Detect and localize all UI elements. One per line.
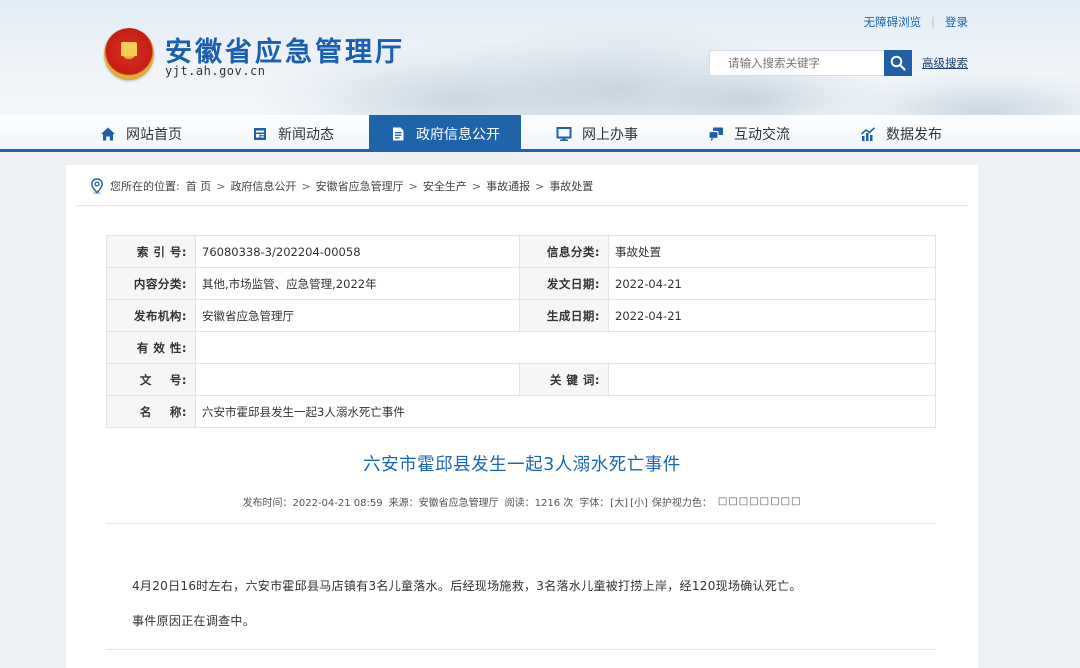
created-date-value: 2022-04-21 (608, 299, 936, 332)
meta-divider (106, 523, 936, 524)
home-icon (100, 126, 116, 142)
breadcrumb: 您所在的位置: 首 页 > 政府信息公开 > 安徽省应急管理厅 > 安全生产 >… (90, 177, 593, 195)
validity-label: 有 效 性: (106, 331, 196, 364)
breadcrumb-item-accident-report[interactable]: 事故通报 (486, 178, 530, 194)
table-row: 发布机构: 安徽省应急管理厅 生成日期: 2022-04-21 (106, 299, 936, 332)
nav-item-interaction[interactable]: 互动交流 (673, 115, 825, 152)
font-size-label: 字体： (579, 498, 610, 509)
index-label: 索 引 号: (106, 235, 196, 268)
breadcrumb-separator: > (301, 179, 311, 193)
document-info-table: 索 引 号: 76080338-3/202204-00058 信息分类: 事故处… (106, 235, 936, 428)
advanced-search-link[interactable]: 高级搜索 (922, 55, 968, 71)
publisher-label: 发布机构: (106, 299, 196, 332)
nav-item-home[interactable]: 网站首页 (65, 115, 217, 152)
nav-item-online-service[interactable]: 网上办事 (521, 115, 673, 152)
article-title: 六安市霍邱县发生一起3人溺水死亡事件 (363, 455, 681, 475)
site-domain: yjt.ah.gov.cn (165, 64, 266, 78)
font-small-button[interactable]: [小] (630, 494, 648, 509)
breadcrumb-separator: > (408, 179, 418, 193)
table-row: 有 效 性: (106, 331, 936, 364)
nav-item-label: 数据发布 (886, 126, 942, 143)
breadcrumb-separator: > (471, 179, 482, 193)
keywords-value (608, 363, 936, 396)
top-links: 无障碍浏览 | 登录 (864, 14, 968, 30)
article-source: 来源：安徽省应急管理厅 (388, 498, 499, 509)
search-button[interactable] (884, 50, 912, 76)
table-row: 索 引 号: 76080338-3/202204-00058 信息分类: 事故处… (106, 235, 936, 268)
breadcrumb-item-home[interactable]: 首 页 (186, 178, 212, 194)
accessibility-link[interactable]: 无障碍浏览 (864, 14, 922, 30)
location-pin-icon (91, 178, 103, 194)
table-row: 文 号: 关 键 词: (106, 363, 936, 396)
nav-item-label: 网站首页 (126, 126, 182, 143)
category-value: 事故处置 (608, 235, 936, 268)
nav-item-label: 网上办事 (582, 126, 638, 143)
name-label: 名 称: (106, 395, 196, 428)
breadcrumb-separator: > (535, 179, 545, 193)
publish-time: 发布时间：2022-04-21 08:59 (242, 498, 383, 509)
article-meta: 发布时间：2022-04-21 08:59 来源：安徽省应急管理厅 阅读：121… (66, 494, 978, 509)
bottom-divider (106, 649, 936, 650)
top-links-separator: | (931, 15, 935, 29)
document-icon (390, 126, 406, 142)
index-value: 76080338-3/202204-00058 (195, 235, 520, 268)
nav-item-label: 互动交流 (734, 126, 790, 143)
document-number-value (195, 363, 520, 396)
validity-value (195, 331, 936, 364)
chat-icon (708, 126, 724, 142)
login-link[interactable]: 登录 (945, 14, 968, 30)
created-date-label: 生成日期: (519, 299, 609, 332)
publisher-value: 安徽省应急管理厅 (195, 299, 520, 332)
chart-icon (860, 126, 876, 142)
breadcrumb-item-safety[interactable]: 安全生产 (423, 178, 467, 194)
font-large-button[interactable]: [大] (610, 494, 628, 509)
read-count: 阅读：1216 次 (504, 498, 574, 509)
breadcrumb-prefix: 您所在的位置: (110, 180, 180, 193)
monitor-icon (556, 126, 572, 142)
nav-item-gov-info[interactable]: 政府信息公开 (369, 115, 521, 152)
nav-item-label: 政府信息公开 (416, 126, 500, 143)
content-category-value: 其他,市场监管、应急管理,2022年 (195, 267, 520, 300)
national-emblem-icon (104, 28, 154, 80)
nav-item-data-release[interactable]: 数据发布 (825, 115, 977, 152)
nav-item-label: 新闻动态 (278, 126, 334, 143)
keywords-label: 关 键 词: (519, 363, 609, 396)
breadcrumb-item-department[interactable]: 安徽省应急管理厅 (316, 178, 404, 194)
main-content: 您所在的位置: 首 页 > 政府信息公开 > 安徽省应急管理厅 > 安全生产 >… (66, 165, 978, 668)
nav-item-news[interactable]: 新闻动态 (217, 115, 369, 152)
article-paragraph: 事件原因正在调查中。 (132, 614, 256, 628)
table-row: 内容分类: 其他,市场监管、应急管理,2022年 发文日期: 2022-04-2… (106, 267, 936, 300)
search-input[interactable] (709, 50, 884, 76)
breadcrumb-divider (76, 205, 968, 206)
issue-date-value: 2022-04-21 (608, 267, 936, 300)
breadcrumb-separator: > (216, 179, 226, 193)
search-icon (890, 55, 906, 71)
breadcrumb-item-accident-handling[interactable]: 事故处置 (549, 178, 593, 194)
eye-care-label: 保护视力色： (651, 498, 712, 509)
issue-date-label: 发文日期: (519, 267, 609, 300)
breadcrumb-item-gov-info[interactable]: 政府信息公开 (230, 178, 296, 194)
site-header: 安徽省应急管理厅 yjt.ah.gov.cn 无障碍浏览 | 登录 高级搜索 (0, 0, 1080, 115)
table-row: 名 称: 六安市霍邱县发生一起3人溺水死亡事件 (106, 395, 936, 428)
category-label: 信息分类: (519, 235, 609, 268)
article-paragraph: 4月20日16时左右，六安市霍邱县马店镇有3名儿童落水。后经现场施救，3名落水儿… (132, 579, 802, 593)
eye-care-color-swatches[interactable]: □□□□□□□□ (718, 496, 802, 507)
name-value: 六安市霍邱县发生一起3人溺水死亡事件 (195, 395, 936, 428)
main-nav: 网站首页 新闻动态 政府信息公开 网上办事 互动交流 数据发布 (0, 115, 1080, 152)
document-number-label: 文 号: (106, 363, 196, 396)
news-icon (252, 126, 268, 142)
content-category-label: 内容分类: (106, 267, 196, 300)
